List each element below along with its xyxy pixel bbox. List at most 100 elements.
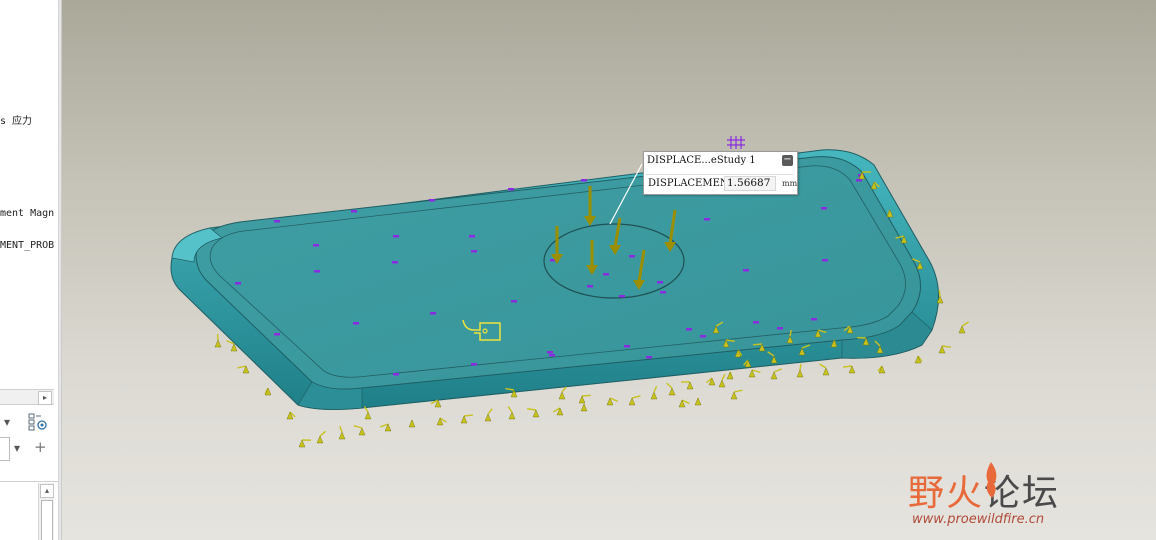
mesh-marker-icon <box>313 244 319 247</box>
dropdown-arrow-icon[interactable]: ▾ <box>4 414 10 430</box>
constraint-arrow-icon <box>877 365 886 374</box>
constraint-arrow-icon <box>606 397 618 406</box>
mesh-marker-icon <box>393 373 399 376</box>
search-field-edge[interactable] <box>0 437 10 461</box>
mesh-marker-icon <box>471 363 477 366</box>
mesh-marker-icon <box>549 354 555 357</box>
scrollbar-thumb[interactable] <box>41 500 53 540</box>
constraint-arrow-icon <box>796 363 804 378</box>
displacement-value: 1.56687 <box>724 176 776 191</box>
graphics-viewport[interactable]: DISPLACE...eStudy 1 − DISPLACEMENT 1.566… <box>62 0 1156 540</box>
watermark-url: www.proewildfire.cn <box>912 512 1045 527</box>
mesh-marker-icon <box>822 259 828 262</box>
constraint-arrow-icon <box>730 389 743 400</box>
constraint-arrow-icon <box>316 430 327 444</box>
constraint-arrow-icon <box>680 381 694 390</box>
scroll-right-icon[interactable]: ▸ <box>38 391 52 405</box>
constraint-arrow-icon <box>214 333 222 348</box>
quantity-label: DISPLACEMENT <box>648 178 736 189</box>
constraint-arrow-icon <box>578 394 591 404</box>
add-icon[interactable]: + <box>34 439 47 455</box>
mesh-marker-icon <box>392 261 398 264</box>
tree-row-displacement-probe[interactable]: MENT_PROB <box>0 240 54 251</box>
mesh-marker-icon <box>581 179 587 182</box>
unit-label: mm <box>782 179 798 188</box>
constraint-arrow-icon <box>678 399 690 408</box>
constraint-arrow-icon <box>628 395 641 406</box>
mesh-marker-icon <box>777 327 783 330</box>
mesh-marker-icon <box>603 273 609 276</box>
constraint-arrow-icon <box>580 403 588 412</box>
constraint-arrow-icon <box>436 417 447 426</box>
constraint-arrow-icon <box>748 369 761 378</box>
mesh-marker-icon <box>811 318 817 321</box>
mesh-marker-icon <box>856 179 862 182</box>
constraint-arrow-icon <box>408 419 416 428</box>
mesh-marker-icon <box>274 220 280 223</box>
mesh-marker-icon <box>314 270 320 273</box>
fea-model-view[interactable] <box>62 0 1156 540</box>
mesh-marker-icon <box>508 188 514 191</box>
mesh-marker-icon <box>511 300 517 303</box>
tree-row-stress[interactable]: s 应力 <box>0 112 32 127</box>
constraint-arrow-icon <box>264 387 272 396</box>
constraint-arrow-icon <box>694 397 702 406</box>
tree-row-displacement-magnitude[interactable]: ment Magn <box>0 208 54 219</box>
constraint-arrow-icon <box>819 363 830 376</box>
divider <box>0 481 58 482</box>
mesh-marker-icon <box>657 281 663 284</box>
mesh-marker-icon <box>624 345 630 348</box>
mesh-marker-icon <box>619 295 625 298</box>
constraint-arrow-icon <box>353 424 366 436</box>
mesh-marker-icon <box>430 312 436 315</box>
constraint-arrow-icon <box>460 414 473 424</box>
vertical-scrollbar[interactable]: ▴ <box>38 483 54 540</box>
constraint-arrow-icon <box>507 406 516 420</box>
constraint-arrow-icon <box>650 385 658 400</box>
constraint-arrow-icon <box>363 406 372 420</box>
constraint-arrow-icon <box>379 423 392 432</box>
flame-icon <box>986 462 997 498</box>
mesh-marker-icon <box>351 210 357 213</box>
mesh-marker-icon <box>646 356 652 359</box>
scroll-up-icon[interactable]: ▴ <box>40 484 54 498</box>
mesh-marker-icon <box>547 351 553 354</box>
mesh-marker-icon <box>821 207 827 210</box>
constraint-arrow-icon <box>558 386 568 400</box>
mesh-marker-icon <box>700 335 706 338</box>
constraint-arrow-icon <box>666 382 676 396</box>
constraint-arrow-icon <box>958 321 970 334</box>
mesh-marker-icon <box>660 291 666 294</box>
probe-result-box[interactable]: DISPLACE...eStudy 1 − DISPLACEMENT 1.566… <box>643 151 798 195</box>
mesh-marker-icon <box>704 218 710 221</box>
constraint-arrow-icon <box>718 374 726 388</box>
constraint-arrow-icon <box>726 371 734 380</box>
watermark-title-left: 野火 <box>908 473 985 514</box>
mesh-marker-icon <box>469 235 475 238</box>
probe-result-title: DISPLACE...eStudy 1 <box>647 155 756 166</box>
constraint-arrow-icon <box>338 425 346 440</box>
model-tree-panel: s 应力 ment Magn MENT_PROB ▸ ▾ ▾ + ▴ <box>0 0 58 540</box>
filter-icon[interactable] <box>28 412 48 432</box>
dropdown-arrow-icon[interactable]: ▾ <box>14 440 20 456</box>
horizontal-scrollbar[interactable]: ▸ <box>0 389 54 405</box>
constraint-arrow-icon <box>527 408 540 418</box>
mesh-marker-icon <box>743 269 749 272</box>
constraint-arrow-icon <box>706 377 716 386</box>
mesh-marker-icon <box>274 333 280 336</box>
mesh-marker-icon <box>235 282 241 285</box>
collapse-icon[interactable]: − <box>782 155 793 166</box>
constraint-arrow-icon <box>286 411 296 420</box>
mesh-grid-icon <box>727 136 745 149</box>
constraint-arrow-icon <box>237 365 250 374</box>
constraint-arrow-icon <box>552 407 564 416</box>
mesh-marker-icon <box>629 255 635 258</box>
constraint-arrow-icon <box>484 408 493 422</box>
constraint-arrow-icon <box>843 365 856 374</box>
constraint-arrow-icon <box>938 345 951 354</box>
constraint-arrow-icon <box>914 355 923 364</box>
mesh-marker-icon <box>753 321 759 324</box>
mesh-marker-icon <box>429 199 435 202</box>
mesh-marker-icon <box>353 322 359 325</box>
forum-watermark-logo: 野火论坛 www.proewildfire.cn <box>908 460 1078 532</box>
